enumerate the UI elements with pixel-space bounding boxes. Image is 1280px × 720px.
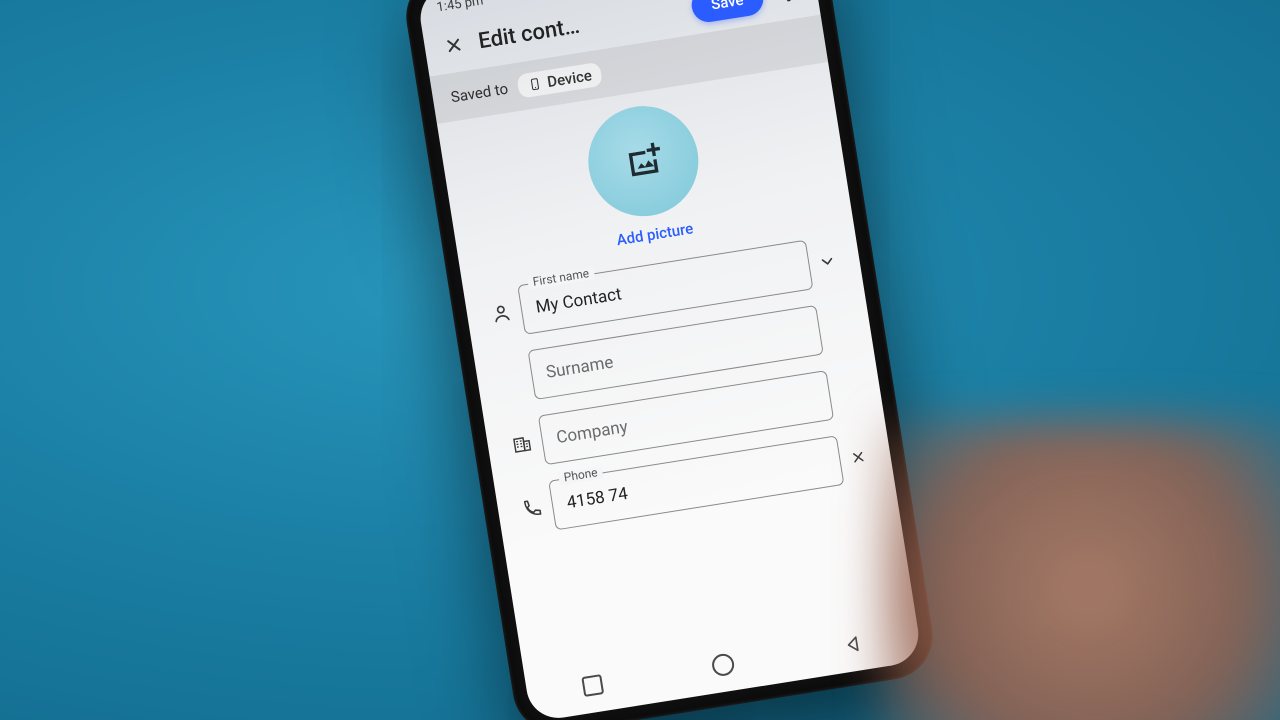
chevron-down-icon	[817, 251, 838, 272]
saved-to-destination: Device	[546, 66, 593, 91]
close-icon[interactable]	[434, 26, 473, 65]
save-button[interactable]: Save	[689, 0, 766, 25]
person-icon	[484, 300, 519, 327]
company-icon	[505, 430, 540, 457]
device-icon	[527, 76, 543, 92]
home-button[interactable]	[711, 652, 736, 677]
more-icon[interactable]	[768, 0, 807, 12]
scene-background: 1:45 pm Edit cont… Save	[0, 0, 1280, 720]
phone-screen: 1:45 pm Edit cont… Save	[416, 0, 923, 720]
content-area: Add picture First name My Contact	[437, 62, 914, 669]
phone-value: 4158 74	[565, 484, 629, 513]
expand-name-fields-button[interactable]	[812, 251, 842, 273]
recents-button[interactable]	[581, 674, 604, 697]
saved-to-label: Saved to	[450, 80, 510, 107]
clock: 1:45 pm	[436, 0, 485, 15]
close-icon	[849, 448, 867, 466]
saved-to-chip[interactable]: Device	[516, 62, 604, 99]
first-name-label: First name	[527, 265, 595, 289]
phone-label: Phone	[558, 464, 604, 485]
company-placeholder: Company	[555, 417, 629, 448]
phone-icon	[515, 495, 550, 522]
add-image-icon	[620, 138, 666, 184]
finger-blur	[880, 420, 1280, 720]
surname-placeholder: Surname	[545, 352, 615, 382]
clear-phone-button[interactable]	[843, 447, 873, 467]
first-name-value: My Contact	[534, 284, 623, 317]
add-photo-button[interactable]	[580, 98, 706, 224]
phone-device: 1:45 pm Edit cont… Save	[400, 0, 911, 720]
phone-bezel: 1:45 pm Edit cont… Save	[400, 0, 939, 720]
back-button[interactable]	[842, 633, 865, 656]
